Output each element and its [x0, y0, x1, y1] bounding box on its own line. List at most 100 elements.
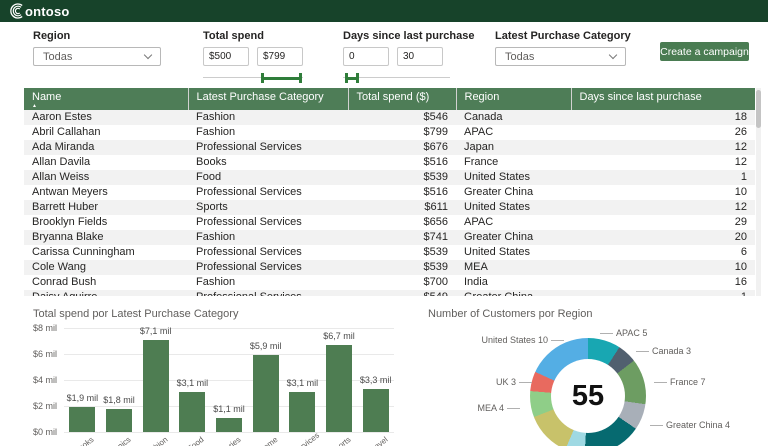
table-scrollbar-thumb[interactable]: [756, 90, 761, 128]
customer-table: Name▲Latest Purchase CategoryTotal spend…: [24, 88, 761, 296]
table-row[interactable]: Cole WangProfessional Services$539MEA10: [24, 260, 755, 275]
bar[interactable]: [106, 409, 132, 432]
table-cell: Japan: [456, 140, 571, 155]
table-row[interactable]: Conrad BushFashion$700India16: [24, 275, 755, 290]
table-cell: Sports: [188, 200, 348, 215]
total-spend-max-input[interactable]: [257, 47, 303, 66]
slider-selected-range[interactable]: [262, 77, 300, 80]
table-row[interactable]: Antwan MeyersProfessional Services$516Gr…: [24, 185, 755, 200]
table-row[interactable]: Bryanna BlakeFashion$741Greater China20: [24, 230, 755, 245]
bar-value-label: $3,1 mil: [272, 378, 332, 388]
table-cell: Greater China: [456, 185, 571, 200]
y-axis-tick: $6 mil: [33, 349, 63, 359]
leader-line: [600, 333, 613, 334]
column-header[interactable]: Total spend ($): [348, 88, 456, 110]
donut-center-total: 55: [551, 359, 625, 433]
table-cell: $700: [348, 275, 456, 290]
table-row[interactable]: Aaron EstesFashion$546Canada18: [24, 110, 755, 125]
leader-line: [654, 382, 667, 383]
category-dropdown-value: Todas: [505, 51, 534, 63]
y-axis-tick: $4 mil: [33, 375, 63, 385]
table-cell: India: [456, 275, 571, 290]
table-cell: 6: [571, 245, 755, 260]
table-row[interactable]: Carissa CunninghamProfessional Services$…: [24, 245, 755, 260]
leader-line: [507, 408, 520, 409]
slider-track: [343, 77, 450, 78]
table-cell: Greater China: [456, 290, 571, 296]
table-cell: 26: [571, 125, 755, 140]
donut-callout-france: France 7: [654, 377, 706, 387]
slider-max-handle[interactable]: [356, 73, 359, 83]
table-scrollbar[interactable]: [756, 88, 761, 296]
leader-line: [650, 425, 663, 426]
table-row[interactable]: Abril CallahanFashion$799APAC26: [24, 125, 755, 140]
table-row[interactable]: Ada MirandaProfessional Services$676Japa…: [24, 140, 755, 155]
table-cell: $546: [348, 110, 456, 125]
table-cell: Brooklyn Fields: [24, 215, 188, 230]
days-max-input[interactable]: [397, 47, 443, 66]
total-spend-filter: Total spend: [203, 30, 303, 83]
days-filter-label: Days since last purchase: [343, 30, 474, 42]
table-cell: Fashion: [188, 230, 348, 245]
column-header[interactable]: Days since last purchase: [571, 88, 755, 110]
table-row[interactable]: Allan DavilaBooks$516France12: [24, 155, 755, 170]
table-cell: $539: [348, 245, 456, 260]
column-header[interactable]: Name▲: [24, 88, 188, 110]
table-cell: 1: [571, 170, 755, 185]
donut-callout-mea: MEA 4: [477, 403, 520, 413]
slider-max-handle[interactable]: [299, 73, 302, 83]
table-cell: Professional Services: [188, 215, 348, 230]
table-cell: Allan Weiss: [24, 170, 188, 185]
table-cell: 16: [571, 275, 755, 290]
donut-chart-title: Number of Customers por Region: [428, 308, 592, 320]
bar[interactable]: [253, 355, 279, 432]
leader-line: [636, 351, 649, 352]
slider-min-handle[interactable]: [261, 73, 264, 83]
column-header[interactable]: Latest Purchase Category: [188, 88, 348, 110]
table-cell: $539: [348, 170, 456, 185]
table-cell: United States: [456, 245, 571, 260]
table-cell: Bryanna Blake: [24, 230, 188, 245]
table-cell: Aaron Estes: [24, 110, 188, 125]
bar[interactable]: [216, 418, 242, 432]
region-dropdown[interactable]: Todas: [33, 47, 161, 66]
table-cell: 12: [571, 200, 755, 215]
bar[interactable]: [289, 392, 315, 432]
bar[interactable]: [326, 345, 352, 432]
table-cell: Professional Services: [188, 140, 348, 155]
total-spend-bar-chart: Total spend por Latest Purchase Category…: [24, 300, 402, 446]
table-cell: $549: [348, 290, 456, 296]
table-row[interactable]: Barrett HuberSports$611United States12: [24, 200, 755, 215]
table-cell: $516: [348, 185, 456, 200]
days-min-input[interactable]: [343, 47, 389, 66]
table-cell: Daisy Aguirre: [24, 290, 188, 296]
table-row[interactable]: Allan WeissFood$539United States1: [24, 170, 755, 185]
table-cell: 12: [571, 140, 755, 155]
chevron-down-icon: [609, 51, 617, 59]
days-slider[interactable]: [343, 73, 450, 83]
column-header[interactable]: Region: [456, 88, 571, 110]
category-dropdown[interactable]: Todas: [495, 47, 626, 66]
total-spend-min-input[interactable]: [203, 47, 249, 66]
donut-callout-apac: APAC 5: [600, 328, 647, 338]
leader-line: [519, 382, 532, 383]
bar[interactable]: [363, 389, 389, 432]
table-cell: Professional Services: [188, 290, 348, 296]
table-header: Name▲Latest Purchase CategoryTotal spend…: [24, 88, 755, 110]
table-cell: Carissa Cunningham: [24, 245, 188, 260]
table-row[interactable]: Brooklyn FieldsProfessional Services$656…: [24, 215, 755, 230]
dashboard: ontoso Region Todas Total spend Days sin…: [0, 0, 768, 446]
slider-min-handle[interactable]: [345, 73, 348, 83]
table-cell: Professional Services: [188, 245, 348, 260]
table-cell: MEA: [456, 260, 571, 275]
table-row[interactable]: Daisy AguirreProfessional Services$549Gr…: [24, 290, 755, 296]
top-bar: ontoso: [0, 0, 768, 22]
grid-line: [64, 432, 394, 433]
table-cell: $741: [348, 230, 456, 245]
bar[interactable]: [69, 407, 95, 432]
total-spend-slider[interactable]: [203, 73, 303, 83]
table-cell: APAC: [456, 215, 571, 230]
create-campaign-button[interactable]: Create a campaign: [660, 42, 749, 61]
y-axis-tick: $2 mil: [33, 401, 63, 411]
table-cell: Allan Davila: [24, 155, 188, 170]
